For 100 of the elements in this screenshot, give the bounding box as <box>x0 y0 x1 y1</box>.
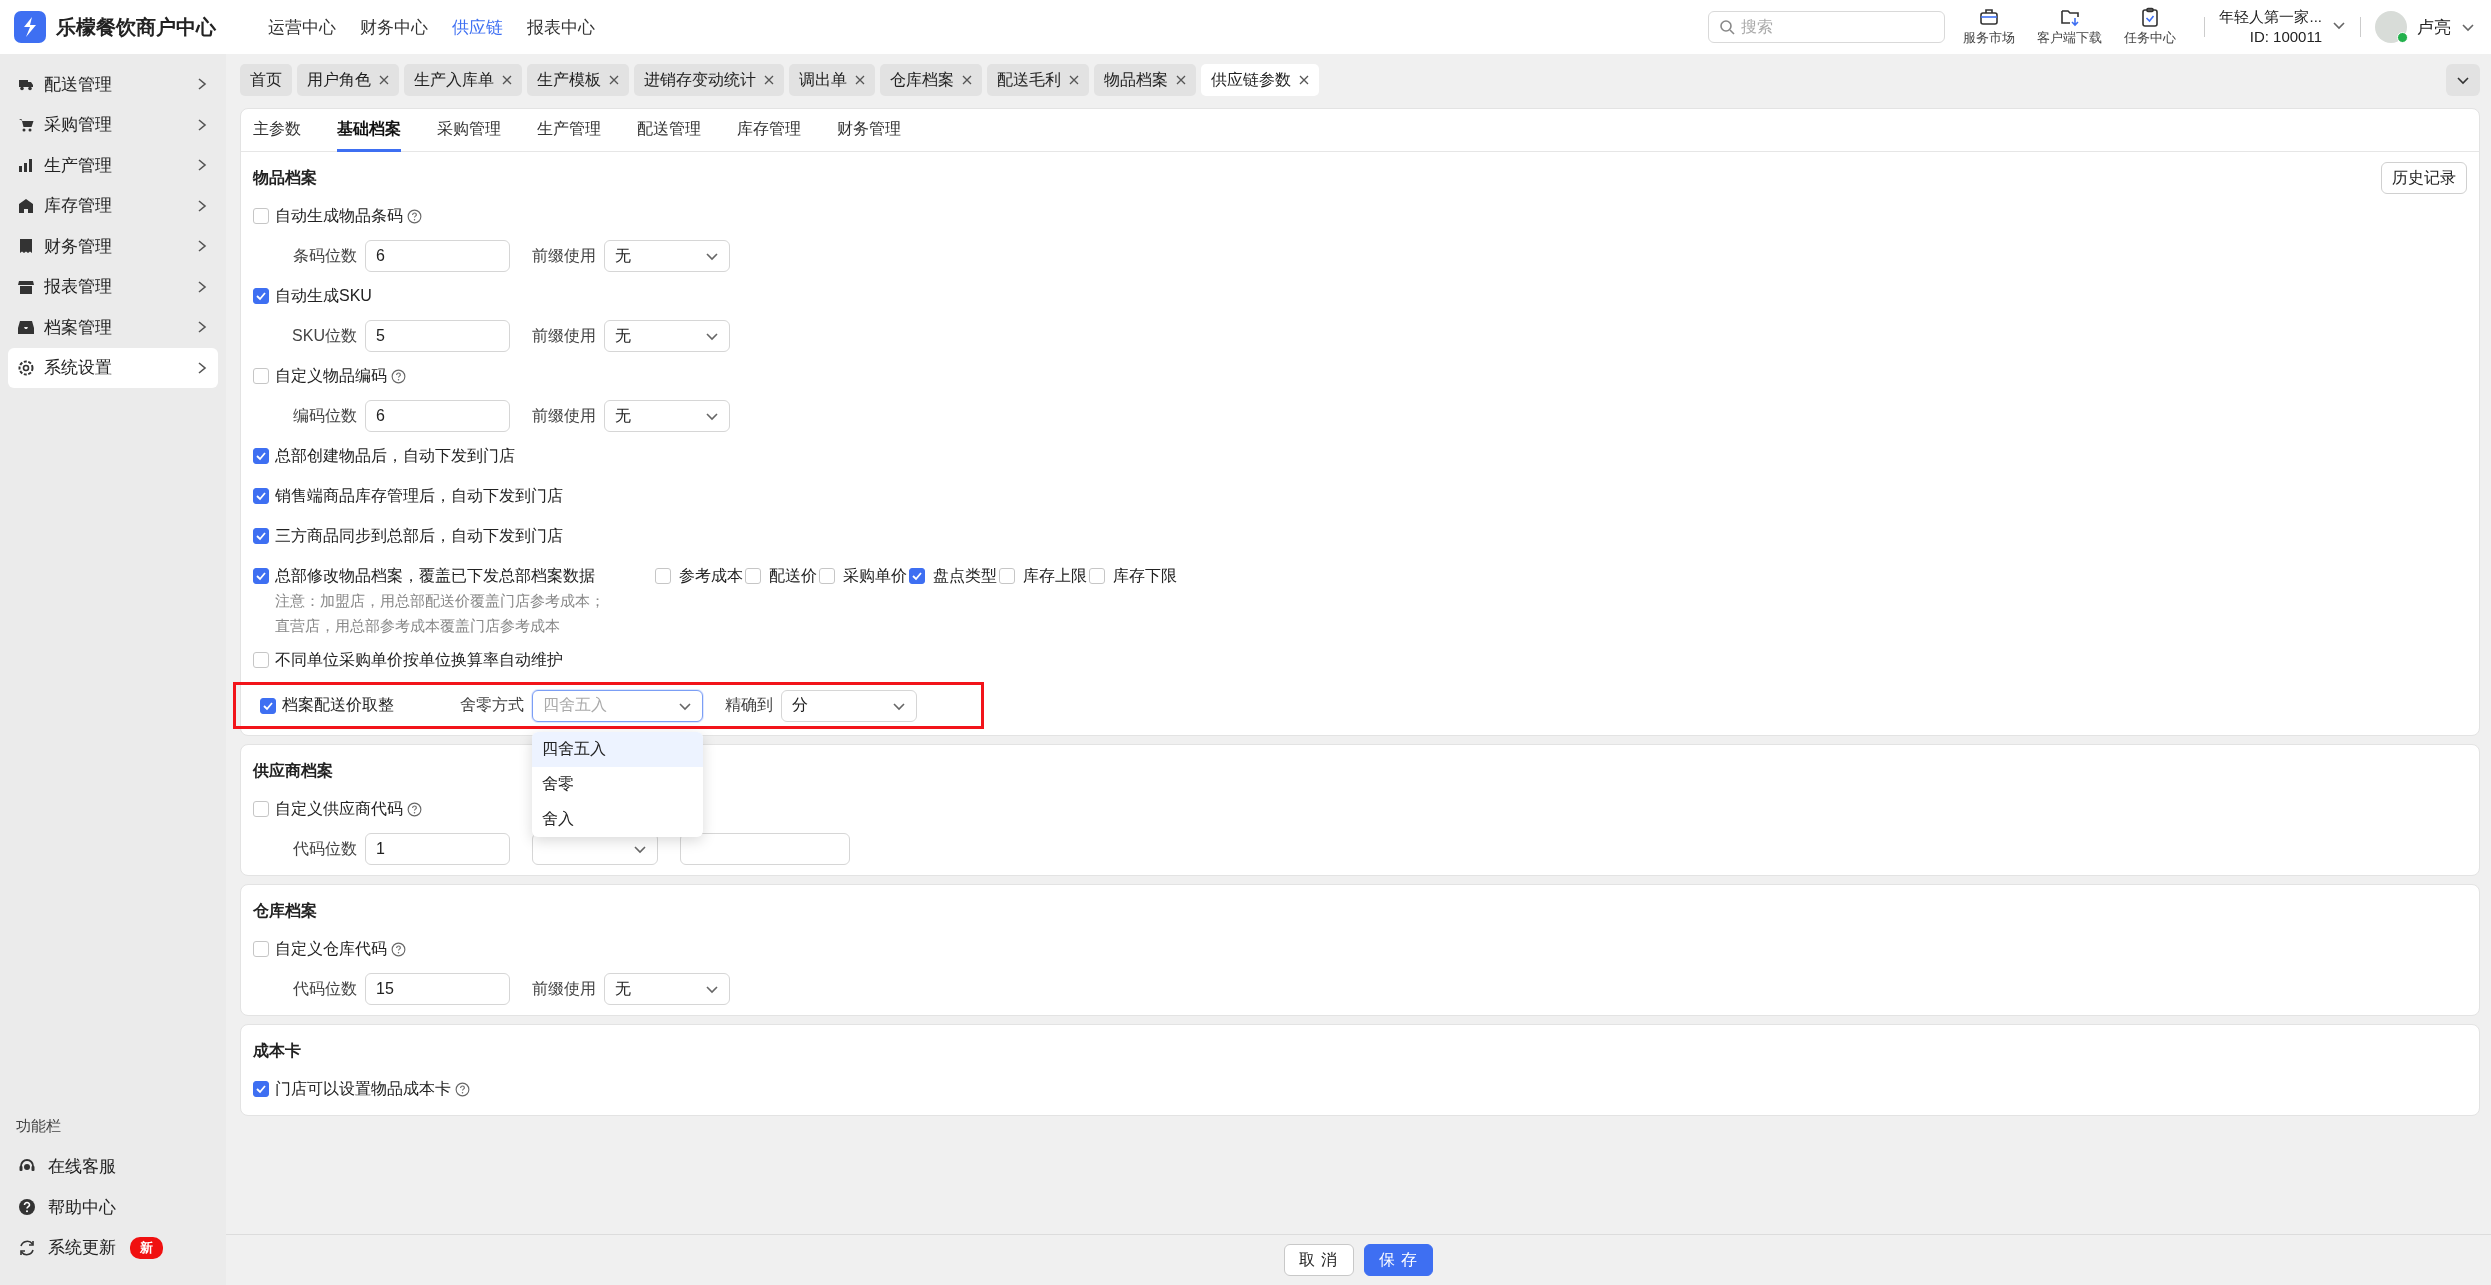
checkbox[interactable] <box>253 368 269 384</box>
checkbox[interactable] <box>253 488 269 504</box>
page-tab[interactable]: 调出单 <box>789 64 875 96</box>
sidebar-item[interactable]: 报表管理 <box>8 266 218 307</box>
page-tab[interactable]: 生产模板 <box>527 64 629 96</box>
page-tab[interactable]: 仓库档案 <box>880 64 982 96</box>
checkbox-label[interactable]: 自定义物品编码 <box>275 365 387 387</box>
checkbox-label[interactable]: 库存上限 <box>1023 565 1087 587</box>
page-tab[interactable]: 配送毛利 <box>987 64 1089 96</box>
toolbar-button[interactable]: 任务中心 <box>2120 7 2181 47</box>
checkbox[interactable] <box>909 568 925 584</box>
sidebar-item[interactable]: 财务管理 <box>8 226 218 267</box>
close-icon[interactable] <box>502 75 512 85</box>
close-icon[interactable] <box>1176 75 1186 85</box>
account-switcher[interactable]: 年轻人第一家... ID: 100011 <box>2219 7 2322 47</box>
checkbox-label[interactable]: 自定义供应商代码 <box>275 798 403 820</box>
checkbox-label[interactable]: 自动生成SKU <box>275 285 372 307</box>
checkbox[interactable] <box>253 801 269 817</box>
checkbox-label[interactable]: 采购单价 <box>843 565 907 587</box>
checkbox-label[interactable]: 三方商品同步到总部后，自动下发到门店 <box>275 525 563 547</box>
checkbox[interactable] <box>1089 568 1105 584</box>
text-field[interactable]: 5 <box>365 320 510 352</box>
select-field[interactable]: 分 <box>781 689 917 722</box>
checkbox-label[interactable]: 库存下限 <box>1113 565 1177 587</box>
sidebar-item[interactable]: 配送管理 <box>8 64 218 105</box>
checkbox[interactable] <box>819 568 835 584</box>
sidebar-link[interactable]: 帮助中心 <box>48 1195 116 1219</box>
close-icon[interactable] <box>962 75 972 85</box>
checkbox-label[interactable]: 档案配送价取整 <box>282 695 456 716</box>
page-tab[interactable]: 生产入库单 <box>404 64 522 96</box>
nav-tab[interactable]: 报表中心 <box>527 15 595 39</box>
checkbox[interactable] <box>253 652 269 668</box>
sidebar-item[interactable]: 档案管理 <box>8 307 218 348</box>
toolbar-button[interactable]: 服务市场 <box>1959 7 2020 47</box>
nav-tab[interactable]: 运营中心 <box>268 15 336 39</box>
page-tab[interactable]: 进销存变动统计 <box>634 64 784 96</box>
toolbar-button[interactable]: 客户端下载 <box>2033 7 2107 47</box>
checkbox[interactable] <box>253 941 269 957</box>
settings-tab[interactable]: 财务管理 <box>837 109 901 152</box>
checkbox[interactable] <box>253 528 269 544</box>
checkbox-label[interactable]: 盘点类型 <box>933 565 997 587</box>
checkbox[interactable] <box>655 568 671 584</box>
close-icon[interactable] <box>609 75 619 85</box>
page-tab[interactable]: 用户角色 <box>297 64 399 96</box>
sidebar-link[interactable]: 在线客服 <box>48 1155 116 1179</box>
checkbox[interactable] <box>253 288 269 304</box>
page-tab[interactable]: 物品档案 <box>1094 64 1196 96</box>
settings-tab[interactable]: 采购管理 <box>437 109 501 152</box>
settings-tab[interactable]: 主参数 <box>253 109 301 152</box>
dropdown-option[interactable]: 舍入 <box>532 801 703 837</box>
select-field[interactable]: 无 <box>604 400 730 432</box>
nav-tab[interactable]: 财务中心 <box>360 15 428 39</box>
settings-tab[interactable]: 库存管理 <box>737 109 801 152</box>
select-field[interactable]: 无 <box>604 240 730 272</box>
checkbox-label[interactable]: 配送价 <box>769 565 817 587</box>
checkbox-label[interactable]: 销售端商品库存管理后，自动下发到门店 <box>275 485 563 507</box>
settings-tab[interactable]: 基础档案 <box>337 109 401 152</box>
settings-tab[interactable]: 生产管理 <box>537 109 601 152</box>
sidebar-item[interactable]: 采购管理 <box>8 104 218 145</box>
select-field[interactable]: 无 <box>604 973 730 1005</box>
history-button[interactable]: 历史记录 <box>2381 162 2467 194</box>
collapse-button[interactable] <box>2446 64 2480 96</box>
text-field[interactable] <box>680 833 850 865</box>
close-icon[interactable] <box>855 75 865 85</box>
sidebar-item[interactable]: 库存管理 <box>8 185 218 226</box>
text-field[interactable]: 15 <box>365 973 510 1005</box>
settings-tab[interactable]: 配送管理 <box>637 109 701 152</box>
checkbox[interactable] <box>745 568 761 584</box>
text-field[interactable]: 6 <box>365 400 510 432</box>
checkbox[interactable] <box>253 208 269 224</box>
checkbox[interactable] <box>260 697 276 714</box>
dropdown-option[interactable]: 四舍五入 <box>532 731 703 767</box>
checkbox-label[interactable]: 参考成本 <box>679 565 743 587</box>
user-name[interactable]: 卢亮 <box>2417 15 2451 39</box>
text-field[interactable]: 6 <box>365 240 510 272</box>
checkbox[interactable] <box>253 448 269 464</box>
cancel-button[interactable]: 取 消 <box>1284 1244 1354 1276</box>
close-icon[interactable] <box>764 75 774 85</box>
sidebar-item[interactable]: 系统设置 <box>8 347 218 388</box>
checkbox[interactable] <box>999 568 1015 584</box>
checkbox-label[interactable]: 门店可以设置物品成本卡 <box>275 1078 451 1100</box>
close-icon[interactable] <box>1069 75 1079 85</box>
close-icon[interactable] <box>1299 75 1309 85</box>
checkbox-label[interactable]: 自定义仓库代码 <box>275 938 387 960</box>
save-button[interactable]: 保 存 <box>1363 1244 1433 1276</box>
page-tab[interactable]: 供应链参数 <box>1201 64 1319 96</box>
page-tab[interactable]: 首页 <box>240 64 292 96</box>
checkbox[interactable] <box>253 568 269 584</box>
nav-tab[interactable]: 供应链 <box>452 15 503 39</box>
close-icon[interactable] <box>379 75 389 85</box>
checkbox-label[interactable]: 总部创建物品后，自动下发到门店 <box>275 445 515 467</box>
checkbox-label[interactable]: 不同单位采购单价按单位换算率自动维护 <box>275 649 563 671</box>
checkbox-label[interactable]: 自动生成物品条码 <box>275 205 403 227</box>
checkbox[interactable] <box>253 1081 269 1097</box>
dropdown-option[interactable]: 舍零 <box>532 766 703 802</box>
sidebar-link[interactable]: 系统更新 <box>48 1236 116 1260</box>
sidebar-item[interactable]: 生产管理 <box>8 145 218 186</box>
select-field[interactable]: 无 <box>604 320 730 352</box>
text-field[interactable]: 1 <box>365 833 510 865</box>
checkbox-label[interactable]: 总部修改物品档案，覆盖已下发总部档案数据 <box>275 565 651 587</box>
